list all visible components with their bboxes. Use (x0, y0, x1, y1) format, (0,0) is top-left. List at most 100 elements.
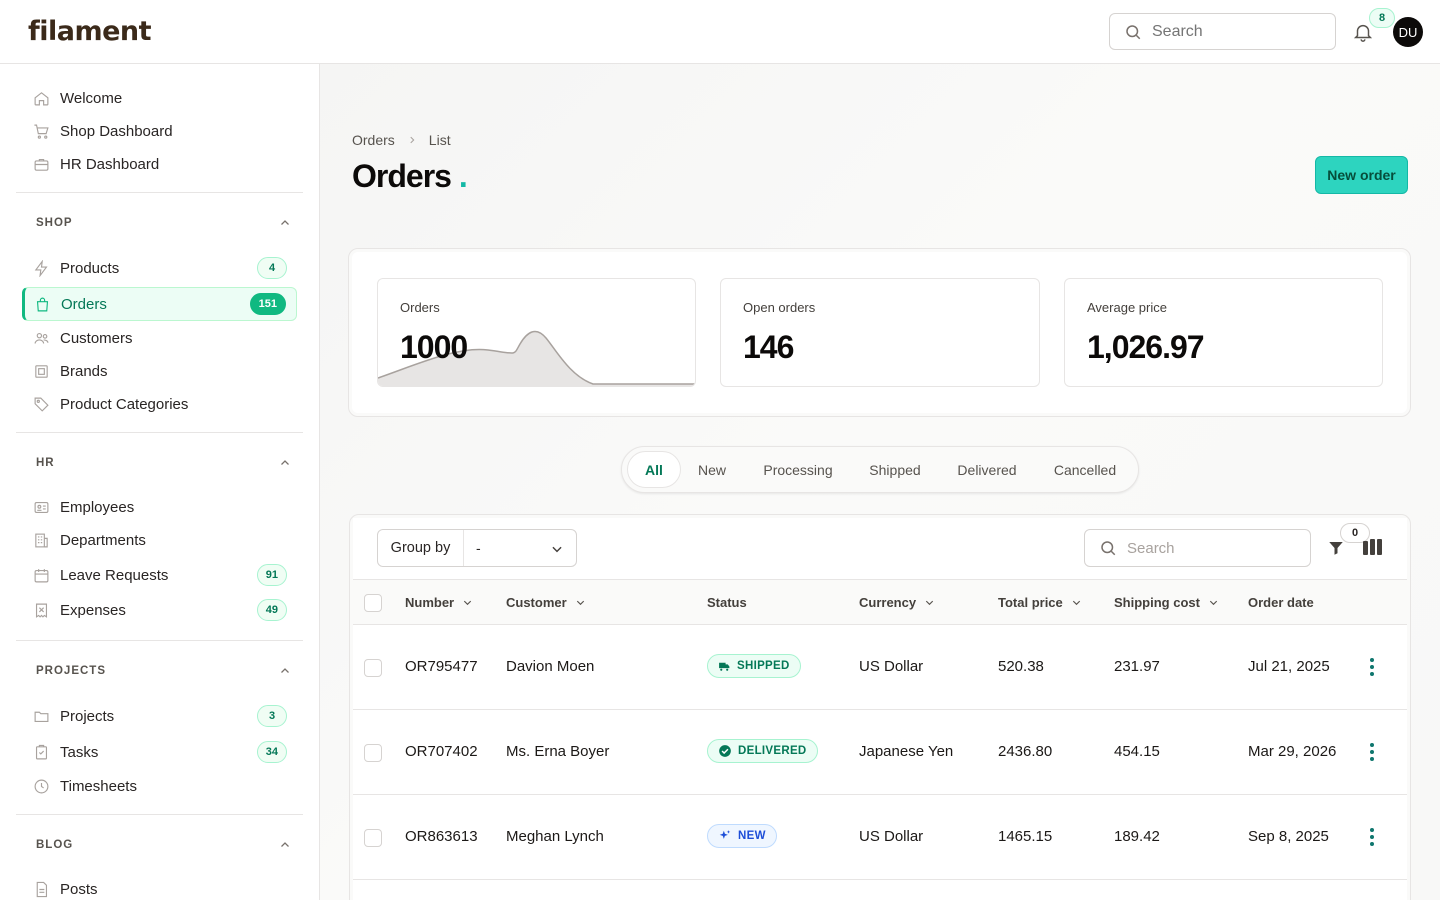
column-customer[interactable]: Customer (506, 595, 586, 610)
sidebar-item-label: Product Categories (60, 395, 189, 413)
sidebar-item-label: Leave Requests (60, 566, 169, 584)
global-search[interactable] (1109, 13, 1336, 50)
tab-delivered[interactable]: Delivered (944, 451, 1030, 488)
sidebar-item-label: Expenses (60, 601, 126, 619)
products-count-badge: 4 (257, 257, 287, 279)
order-shipping-cost: 454.15 (1114, 743, 1160, 760)
tag-icon (32, 395, 50, 413)
sidebar-item-label: HR Dashboard (60, 155, 160, 173)
tab-cancelled[interactable]: Cancelled (1042, 451, 1128, 488)
sidebar-group-shop[interactable]: SHOP (36, 217, 73, 229)
row-actions-icon[interactable] (1365, 827, 1379, 847)
chevron-down-icon (1209, 600, 1218, 606)
stat-label: Average price (1087, 300, 1167, 315)
sidebar-group-blog[interactable]: BLOG (36, 839, 73, 851)
group-by-value[interactable]: - (464, 540, 576, 556)
stat-value: 146 (743, 329, 794, 365)
sidebar-item-departments[interactable]: Departments (22, 523, 297, 557)
page-title: Orders . (352, 158, 468, 195)
chevron-down-icon (552, 546, 562, 553)
row-actions-icon[interactable] (1365, 742, 1379, 762)
tasks-count-badge: 34 (256, 741, 287, 763)
row-actions-icon[interactable] (1365, 657, 1379, 677)
stat-label: Open orders (743, 300, 816, 315)
sidebar-item-brands[interactable]: Brands (22, 354, 297, 388)
order-date: Jul 21, 2025 (1248, 658, 1330, 675)
sidebar-item-products[interactable]: Products 4 (22, 251, 297, 285)
sidebar-item-customers[interactable]: Customers (22, 321, 297, 355)
sidebar-item-hr-dashboard[interactable]: HR Dashboard (22, 147, 297, 181)
app-logo[interactable]: filament (28, 16, 152, 47)
column-order-date[interactable]: Order date (1248, 595, 1314, 610)
chevron-up-icon[interactable] (279, 457, 291, 469)
group-by-label: Group by (378, 530, 464, 566)
order-date: Mar 29, 2026 (1248, 743, 1337, 760)
home-icon (32, 89, 50, 107)
sidebar-item-employees[interactable]: Employees (22, 490, 297, 524)
order-total-price: 1465.15 (998, 828, 1053, 845)
chevron-down-icon (576, 600, 584, 606)
sidebar-item-projects[interactable]: Projects 3 (22, 699, 297, 733)
column-shipping-cost-label: Shipping cost (1114, 595, 1200, 610)
status-tabs: All New Processing Shipped Delivered Can… (621, 446, 1139, 493)
page-title-dot: . (458, 158, 468, 194)
calendar-icon (32, 566, 50, 584)
column-currency[interactable]: Currency (859, 595, 935, 610)
new-order-button[interactable]: New order (1315, 156, 1408, 194)
filter-icon[interactable] (1327, 538, 1345, 558)
sidebar-group-hr[interactable]: HR (36, 457, 55, 469)
chevron-up-icon[interactable] (279, 839, 291, 851)
columns-icon[interactable] (1363, 539, 1383, 555)
search-icon (1126, 24, 1141, 39)
row-checkbox[interactable] (364, 744, 382, 762)
users-icon (32, 329, 50, 347)
table-search[interactable]: Search (1084, 529, 1311, 567)
column-number[interactable]: Number (405, 595, 473, 610)
document-icon (32, 880, 50, 898)
order-currency: US Dollar (859, 828, 924, 845)
column-total-price-label: Total price (998, 595, 1063, 610)
chevron-up-icon[interactable] (279, 665, 291, 677)
chevron-down-icon (1072, 600, 1080, 606)
sidebar-group-projects[interactable]: PROJECTS (36, 665, 106, 677)
sidebar-item-welcome[interactable]: Welcome (22, 81, 297, 115)
tab-shipped[interactable]: Shipped (858, 451, 932, 488)
sidebar-item-label: Orders (61, 295, 107, 313)
chevron-up-icon[interactable] (279, 217, 291, 229)
column-customer-label: Customer (506, 595, 567, 610)
tab-all[interactable]: All (627, 451, 681, 488)
leave-requests-count-badge: 91 (256, 564, 287, 586)
sidebar-item-posts[interactable]: Posts (22, 872, 297, 900)
folder-icon (32, 707, 50, 725)
expenses-count-badge: 49 (256, 599, 287, 621)
id-card-icon (32, 498, 50, 516)
sidebar-item-expenses[interactable]: Expenses 49 (22, 593, 297, 627)
column-total-price[interactable]: Total price (998, 595, 1082, 610)
orders-count-badge: 151 (249, 293, 286, 315)
sidebar-item-product-categories[interactable]: Product Categories (22, 387, 297, 421)
sidebar-item-tasks[interactable]: Tasks 34 (22, 735, 297, 769)
sidebar-item-orders[interactable]: Orders 151 (22, 287, 297, 321)
group-by-select[interactable]: Group by - (377, 529, 577, 567)
row-checkbox[interactable] (364, 829, 382, 847)
select-all-checkbox[interactable] (364, 594, 382, 612)
order-customer: Ms. Erna Boyer (506, 743, 610, 760)
tab-processing[interactable]: Processing (750, 451, 846, 488)
row-checkbox[interactable] (364, 659, 382, 677)
user-avatar[interactable]: DU (1393, 17, 1423, 47)
cart-icon (32, 122, 50, 140)
breadcrumb-orders[interactable]: Orders (352, 132, 395, 148)
tab-new[interactable]: New (686, 451, 738, 488)
order-total-price: 2436.80 (998, 743, 1053, 760)
sidebar-item-leave-requests[interactable]: Leave Requests 91 (22, 558, 297, 592)
sidebar-item-timesheets[interactable]: Timesheets (22, 769, 297, 803)
table-row[interactable] (353, 880, 1407, 900)
global-search-input[interactable] (1152, 22, 1312, 41)
sidebar-item-label: Posts (60, 880, 98, 898)
status-badge: NEW (707, 824, 777, 848)
sidebar-item-shop-dashboard[interactable]: Shop Dashboard (22, 114, 297, 148)
breadcrumb: Orders List (352, 132, 451, 148)
order-date: Sep 8, 2025 (1248, 828, 1329, 845)
sidebar-item-label: Brands (60, 362, 108, 380)
column-shipping-cost[interactable]: Shipping cost (1114, 595, 1219, 610)
